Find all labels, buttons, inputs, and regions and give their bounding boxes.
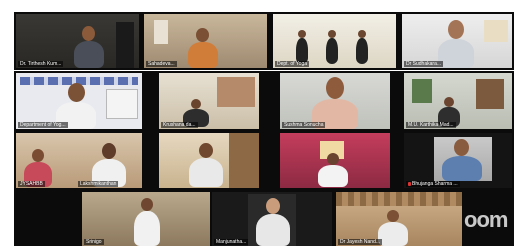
participant-video [188, 28, 218, 68]
participant-tile[interactable] [280, 133, 390, 188]
participant-tile[interactable]: Bhujanga Sharma ... [404, 133, 512, 188]
participant-name: Sahadeva... [146, 61, 177, 67]
participant-tile-active-speaker[interactable]: Department of Yog... [16, 73, 142, 129]
participant-name: Lakshmikanthan [78, 181, 119, 187]
participant-tile[interactable]: Sahadeva... [144, 14, 267, 68]
participant-video [318, 153, 348, 187]
participant-video [256, 198, 290, 246]
participant-tile[interactable]: Manjunatha... [212, 192, 332, 246]
gallery-row-1: Dr. Tirthesh Kum... Sahadeva... Dept. of… [14, 12, 514, 70]
participant-tile[interactable]: Dr Jayesh Nand... [336, 192, 462, 246]
participant-tile[interactable]: M.U. Karthika Mad... [404, 73, 512, 129]
participant-tile[interactable]: Krushana da... [159, 73, 259, 129]
participant-video [438, 20, 474, 68]
participant-video [189, 143, 223, 187]
participant-video [295, 30, 309, 64]
participant-video [132, 198, 162, 246]
participant-name: Srinigo [84, 239, 104, 245]
gallery-row-3: JYSAHBB Lakshmikanthan Bhujanga Sharma .… [14, 131, 514, 190]
participant-tile[interactable] [159, 133, 259, 188]
participant-tile[interactable]: Dept. of Yoga [273, 14, 396, 68]
gallery-row-4: Srinigo Manjunatha... Dr Jayesh Nand... [14, 190, 514, 246]
participant-video [74, 26, 104, 68]
participant-tile[interactable]: JYSAHBB Lakshmikanthan [16, 133, 142, 188]
participant-tile[interactable]: Dr Sudhakara... [402, 14, 512, 68]
participant-name: Department of Yog... [18, 122, 68, 128]
gallery-row-2: Department of Yog... Krushana da... Sush… [14, 71, 514, 131]
participant-name: Krushana da... [161, 122, 198, 128]
zoom-watermark-logo: oom [464, 207, 508, 232]
participant-video [442, 139, 482, 181]
zoom-meeting-gallery: Dr. Tirthesh Kum... Sahadeva... Dept. of… [0, 0, 528, 246]
participant-video [325, 30, 339, 64]
participant-tile[interactable]: Srinigo [82, 192, 210, 246]
participant-video [378, 210, 408, 246]
participant-name: M.U. Karthika Mad... [406, 122, 456, 128]
participant-name: Dr Jayesh Nand... [338, 239, 383, 245]
participant-video [355, 30, 369, 64]
participant-name: Sushma Sonucha [282, 122, 326, 128]
participant-name-text: Bhujanga Sharma ... [412, 181, 458, 187]
participant-name: Dept. of Yoga [275, 61, 310, 67]
participant-name: Dr. Tirthesh Kum... [18, 61, 64, 67]
participant-tile[interactable]: Sushma Sonucha [280, 73, 390, 129]
backdrop-poster [106, 89, 138, 119]
participant-name: Dr Sudhakara... [404, 61, 444, 67]
muted-mic-icon [408, 182, 411, 186]
participant-name: Bhujanga Sharma ... [406, 181, 460, 187]
participant-name: JYSAHBB [18, 181, 45, 187]
participant-name: Manjunatha... [214, 239, 249, 245]
participant-tile[interactable]: Dr. Tirthesh Kum... [16, 14, 139, 68]
